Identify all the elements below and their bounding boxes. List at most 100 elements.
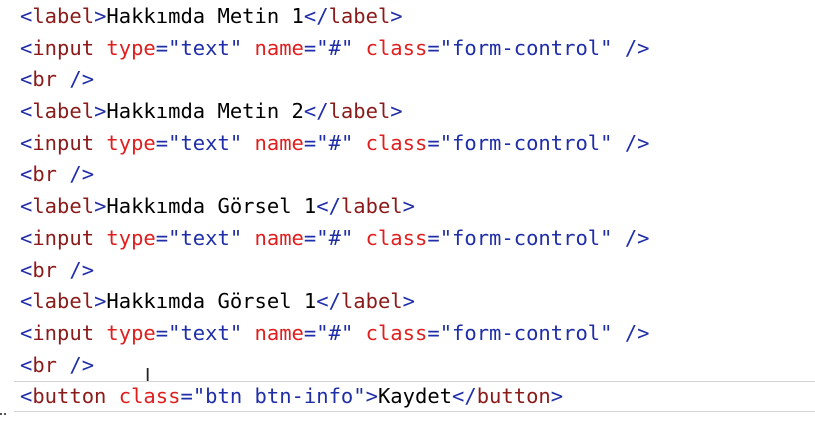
attribute-name: class: [365, 35, 428, 60]
tag-bracket: <: [20, 289, 33, 314]
attribute-value: text: [180, 130, 230, 155]
tag-bracket: >: [94, 289, 107, 314]
string-quote: ": [168, 35, 181, 60]
code-line[interactable]: <input type="text" name="#" class="form-…: [0, 318, 815, 350]
tag-name: label: [328, 4, 391, 28]
code-line[interactable]: <br />: [0, 159, 815, 191]
attribute-value: #: [328, 320, 341, 345]
code-line[interactable]: <input type="text" name="#" class="form-…: [0, 33, 815, 65]
tag-bracket: />: [624, 130, 650, 155]
string-quote: ": [192, 384, 206, 409]
code-line[interactable]: <label>Hakkımda Görsel 1</label>: [0, 191, 815, 223]
string-quote: ": [229, 225, 243, 250]
tag-name: button: [476, 384, 551, 409]
tag-name: label: [32, 4, 95, 28]
tag-bracket: />: [624, 320, 650, 345]
string-quote: ": [600, 225, 613, 250]
tag-bracket: <: [20, 130, 33, 155]
code-line[interactable]: <input type="text" name="#" class="form-…: [0, 223, 815, 255]
tag-bracket: <: [20, 320, 33, 345]
tag-name: input: [32, 320, 95, 345]
tag-bracket: <: [20, 225, 33, 250]
tag-bracket: />: [69, 352, 95, 377]
tag-name: input: [32, 35, 95, 60]
code-line[interactable]: <br />: [0, 350, 815, 382]
string-quote: ": [439, 225, 453, 250]
string-quote: ": [600, 130, 613, 155]
tag-bracket: <: [20, 67, 33, 92]
code-line[interactable]: <label>Hakkımda Metin 1</label>: [0, 1, 815, 33]
tag-bracket: </: [316, 194, 341, 219]
string-quote: ": [439, 320, 453, 345]
attribute-equals: =: [303, 130, 317, 155]
attribute-name: name: [254, 225, 304, 250]
tag-bracket: <: [20, 162, 33, 187]
attribute-name: type: [106, 130, 156, 155]
string-quote: ": [340, 320, 354, 345]
tag-bracket: />: [624, 225, 650, 250]
tag-name: br: [32, 352, 58, 377]
attribute-equals: =: [155, 320, 169, 345]
code-line[interactable]: <br />: [0, 64, 815, 96]
attribute-equals: =: [155, 225, 169, 250]
tag-name: br: [32, 257, 58, 282]
tag-bracket: </: [316, 289, 341, 314]
code-editor[interactable]: <label>Hakkımda Metin 1</label> <input ty…: [0, 0, 815, 421]
tag-bracket: >: [365, 384, 378, 409]
code-lines: <label>Hakkımda Metin 1</label> <input ty…: [0, 1, 815, 413]
tag-bracket: <: [20, 35, 33, 60]
element-text: Hakkımda Görsel 1: [106, 289, 317, 314]
tag-name: input: [32, 225, 95, 250]
tag-name: label: [32, 194, 95, 219]
tag-bracket: >: [94, 4, 107, 28]
attribute-value: text: [180, 35, 230, 60]
tag-bracket: <: [20, 194, 33, 219]
element-text: Hakkımda Metin 2: [106, 99, 304, 124]
string-quote: ": [229, 35, 243, 60]
attribute-value: form-control: [452, 225, 601, 250]
text-cursor-icon: I: [145, 365, 151, 386]
code-line[interactable]: <input type="text" name="#" class="form-…: [0, 128, 815, 160]
attribute-equals: =: [427, 35, 440, 60]
code-line[interactable]: <br />: [0, 255, 815, 287]
tag-name: label: [32, 289, 95, 314]
string-quote: ": [353, 384, 366, 409]
tag-bracket: />: [624, 35, 650, 60]
attribute-name: class: [365, 130, 428, 155]
string-quote: ": [316, 225, 329, 250]
attribute-equals: =: [180, 384, 193, 409]
attribute-value: btn btn-info: [205, 384, 354, 409]
attribute-value: text: [180, 320, 230, 345]
tag-bracket: >: [94, 194, 107, 219]
attribute-equals: =: [427, 130, 440, 155]
attribute-equals: =: [427, 320, 440, 345]
code-line[interactable]: <button class="btn btn-info">Kaydet</but…: [0, 381, 815, 413]
tag-bracket: />: [69, 67, 95, 92]
string-quote: ": [168, 225, 181, 250]
string-quote: ": [340, 130, 354, 155]
code-line[interactable]: <label>Hakkımda Metin 2</label>: [0, 96, 815, 128]
string-quote: ": [168, 130, 181, 155]
attribute-value: form-control: [452, 320, 601, 345]
string-quote: ": [229, 320, 243, 345]
attribute-name: class: [118, 384, 181, 409]
code-line[interactable]: <label>Hakkımda Görsel 1</label>: [0, 286, 815, 318]
string-quote: ": [316, 35, 329, 60]
attribute-equals: =: [155, 35, 169, 60]
attribute-equals: =: [303, 225, 317, 250]
tag-bracket: <: [20, 352, 33, 377]
element-text: Kaydet: [377, 384, 453, 409]
string-quote: ": [340, 35, 354, 60]
